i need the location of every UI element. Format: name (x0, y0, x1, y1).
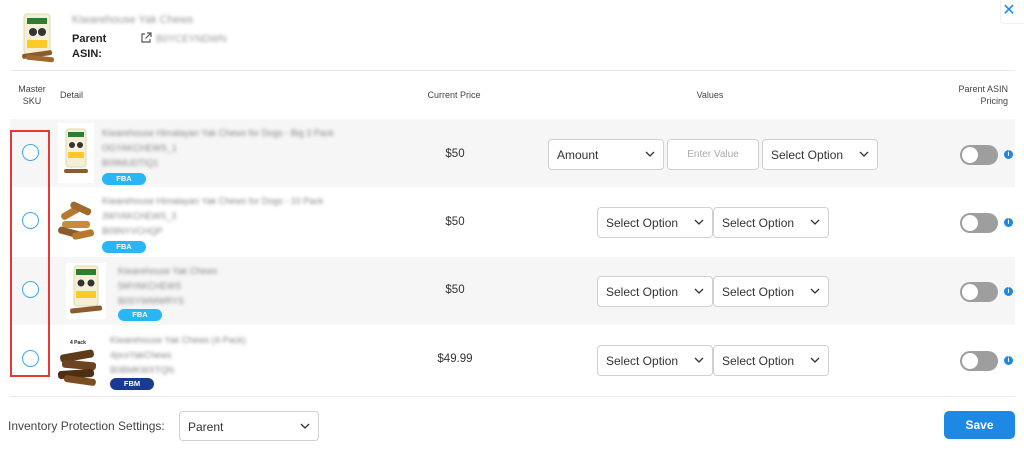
table-row: Kiwarehouse Yak Chews 5MYAKCHEWS B0SYWMW… (10, 257, 1015, 325)
product-image (66, 263, 106, 319)
chevron-down-icon (694, 288, 704, 294)
save-button[interactable]: Save (944, 411, 1015, 439)
product-asin: B0SYWMWRYS (118, 296, 184, 306)
product-sku: 4pcsYakChews (110, 350, 172, 360)
select-value: Select Option (606, 354, 679, 368)
column-detail: Detail (60, 90, 84, 100)
option-select[interactable]: Select Option (597, 345, 713, 376)
option-select[interactable]: Select Option (713, 207, 829, 238)
fulfillment-badge: FBA (102, 173, 146, 185)
column-parent-asin-pricing: Parent ASIN Pricing (958, 84, 1008, 106)
thumb-pack-label: 4 Pack (70, 340, 86, 346)
toggle-knob (962, 353, 978, 369)
parent-asin-value: B0YCEYNDWN (156, 34, 227, 45)
value-input[interactable]: Enter Value (667, 139, 759, 170)
current-price: $50 (445, 148, 465, 160)
info-icon[interactable]: i (1004, 287, 1013, 296)
select-value: Parent (188, 420, 224, 434)
select-value: Select Option (722, 354, 795, 368)
info-icon[interactable]: i (1004, 150, 1013, 159)
select-value: Select Option (606, 216, 679, 230)
chevron-down-icon (300, 423, 310, 429)
product-image (58, 201, 95, 240)
product-sku: 5MYAKCHEWS (118, 281, 182, 291)
table-header: Master SKU Detail Current Price Values P… (10, 71, 1015, 119)
table-row: Kiwarehouse Himalayan Yak Chews for Dogs… (10, 187, 1015, 255)
product-asin: B09NYVCHQP (102, 226, 163, 236)
fulfillment-badge: FBA (102, 241, 146, 253)
parent-asin-pricing-toggle[interactable] (960, 145, 998, 165)
option-select[interactable]: Select Option (597, 276, 713, 307)
option-select[interactable]: Select Option (713, 276, 829, 307)
product-sku: 3WYAKCHEWS_3 (102, 211, 177, 221)
external-link-icon[interactable] (140, 32, 152, 44)
parent-asin-pricing-toggle[interactable] (960, 213, 998, 233)
chevron-down-icon (645, 151, 655, 157)
fulfillment-badge: FBA (118, 309, 162, 321)
current-price: $50 (445, 284, 465, 296)
chevron-down-icon (859, 151, 869, 157)
master-sku-radio[interactable] (22, 144, 39, 161)
product-title: Kiwarehouse Himalayan Yak Chews for Dogs… (102, 128, 334, 138)
product-title: Kiwarehouse Yak Chews (72, 14, 194, 26)
table-row: 4 Pack Kiwarehouse Yak Chews (4-Pack) 4p… (10, 326, 1015, 394)
product-sku: OGYAKCHEWS_1 (102, 143, 177, 153)
info-icon[interactable]: i (1004, 356, 1013, 365)
parent-asin-pricing-toggle[interactable] (960, 351, 998, 371)
column-master-sku: Master SKU (18, 84, 46, 106)
option-select[interactable]: Select Option (713, 345, 829, 376)
select-value: Select Option (771, 148, 844, 162)
product-image (58, 123, 94, 183)
master-sku-radio[interactable] (22, 350, 39, 367)
chevron-down-icon (810, 357, 820, 363)
current-price: $49.99 (437, 353, 473, 365)
toggle-knob (962, 215, 978, 231)
select-value: Amount (557, 148, 599, 162)
option-select[interactable]: Select Option (762, 139, 878, 170)
table-row: Kiwarehouse Himalayan Yak Chews for Dogs… (10, 119, 1015, 187)
info-icon[interactable]: i (1004, 218, 1013, 227)
parent-asin-label: Parent ASIN: (72, 33, 107, 60)
fulfillment-badge: FBM (110, 378, 154, 390)
product-asin: B0BMKWXTQN (110, 365, 175, 375)
select-value: Select Option (606, 285, 679, 299)
chevron-down-icon (810, 219, 820, 225)
close-icon[interactable]: ✕ (1000, 0, 1018, 22)
value-type-select[interactable]: Amount (548, 139, 664, 170)
variants-table: Master SKU Detail Current Price Values P… (10, 70, 1015, 397)
column-values: Values (696, 90, 724, 100)
column-current-price: Current Price (427, 90, 481, 100)
toggle-knob (962, 284, 978, 300)
master-sku-radio[interactable] (22, 212, 39, 229)
product-title: Kiwarehouse Himalayan Yak Chews for Dogs… (102, 196, 324, 206)
chevron-down-icon (694, 219, 704, 225)
inventory-protection-label: Inventory Protection Settings: (8, 419, 165, 433)
product-asin: B09MUDTIQ1 (102, 158, 159, 168)
chevron-down-icon (694, 357, 704, 363)
product-title: Kiwarehouse Yak Chews (118, 266, 218, 276)
parent-asin-pricing-toggle[interactable] (960, 282, 998, 302)
chevron-down-icon (810, 288, 820, 294)
select-value: Select Option (722, 285, 795, 299)
product-thumbnail (22, 13, 54, 63)
option-select[interactable]: Select Option (597, 207, 713, 238)
product-title: Kiwarehouse Yak Chews (4-Pack) (110, 335, 246, 345)
master-sku-radio[interactable] (22, 281, 39, 298)
current-price: $50 (445, 216, 465, 228)
inventory-protection-select[interactable]: Parent (179, 411, 319, 441)
product-image: 4 Pack (57, 340, 97, 386)
toggle-knob (962, 147, 978, 163)
select-value: Select Option (722, 216, 795, 230)
